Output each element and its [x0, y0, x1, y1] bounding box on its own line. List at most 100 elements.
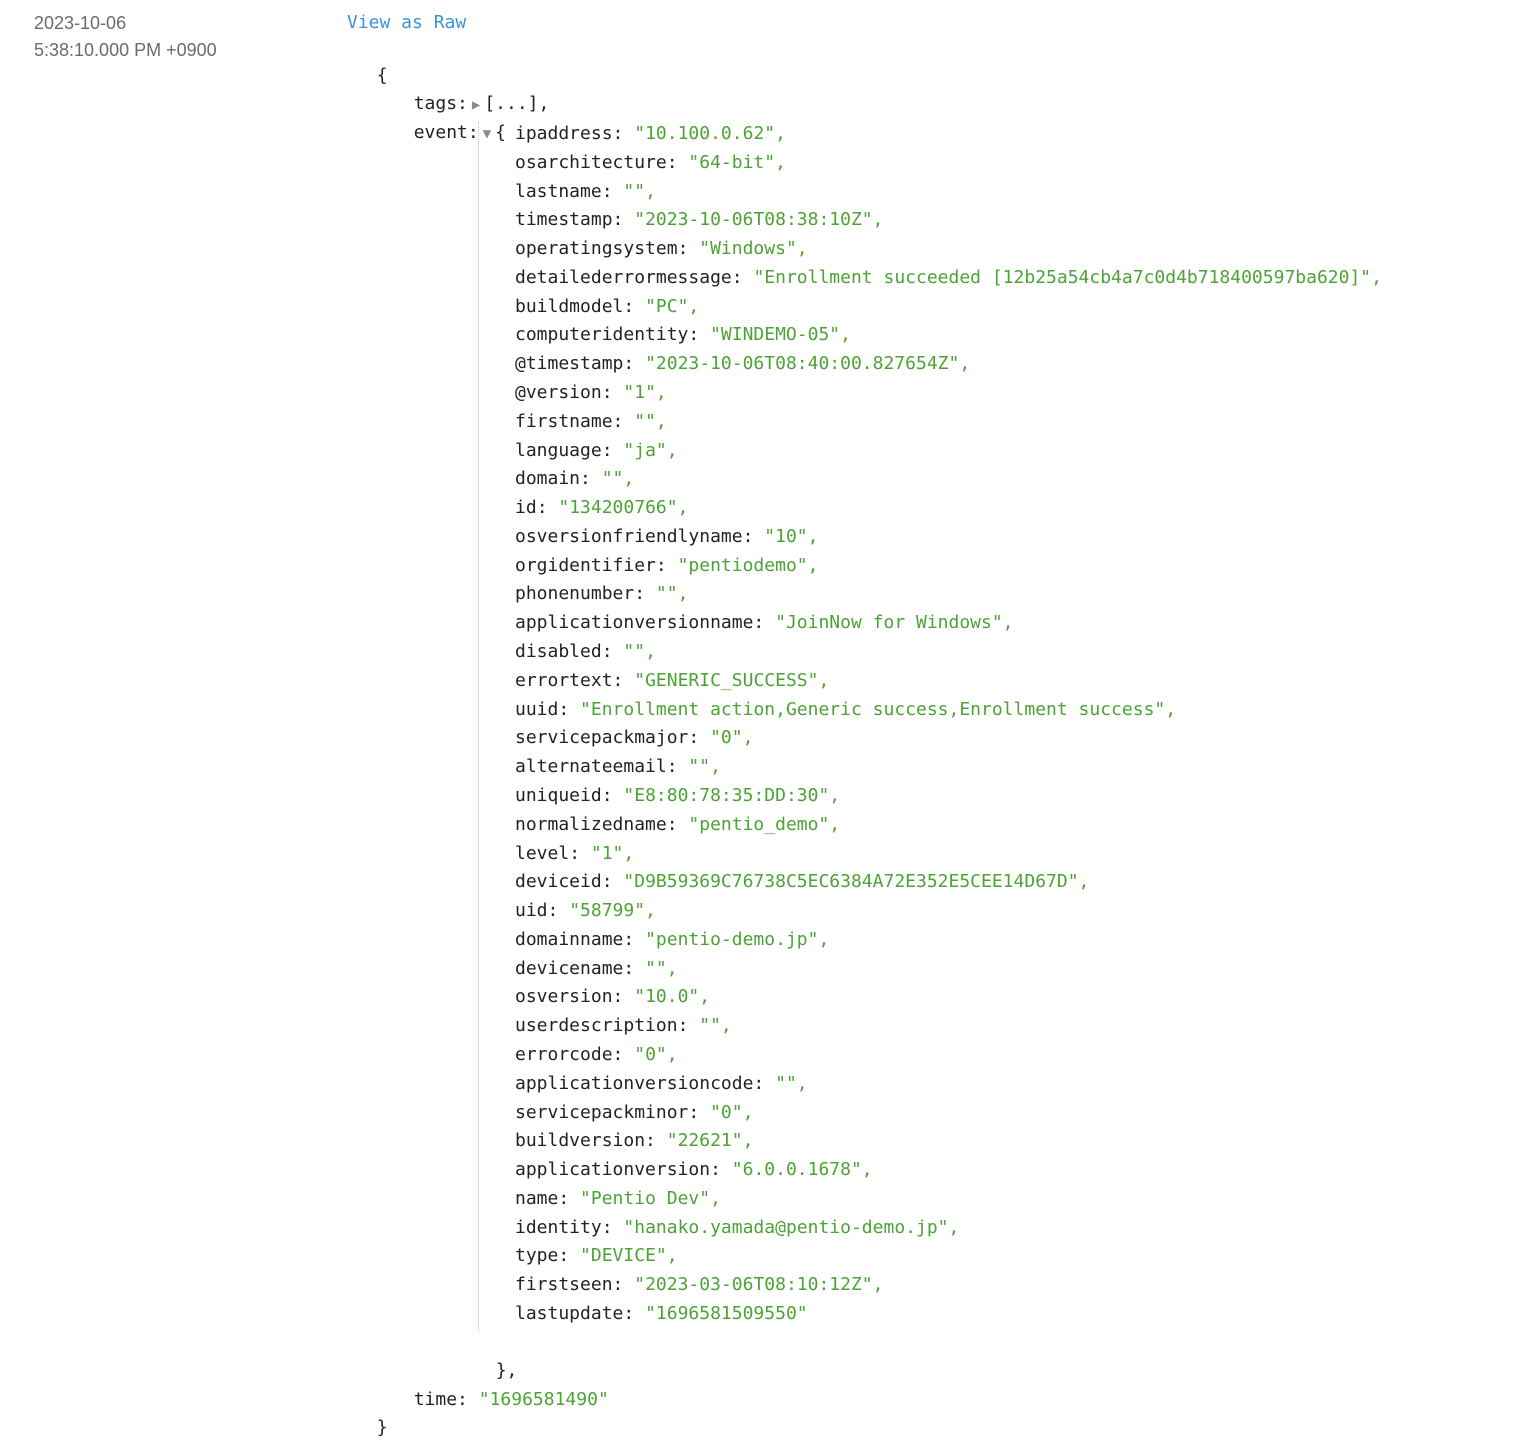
event-field-row: timestamp: "2023-10-06T08:38:10Z", — [515, 209, 884, 231]
log-time: 5:38:10.000 PM +0900 — [34, 40, 217, 60]
field-key: lastname — [515, 180, 602, 202]
event-field-row: lastupdate: "1696581509550" — [515, 1302, 808, 1324]
field-key: @timestamp — [515, 353, 624, 375]
field-value: "0", — [634, 1043, 678, 1065]
event-field-row: level: "1", — [515, 842, 635, 864]
field-value: "", — [688, 756, 721, 778]
field-key: operatingsystem — [515, 238, 678, 260]
event-field-row: buildmodel: "PC", — [515, 295, 700, 317]
event-field-row: uniqueid: "E8:80:78:35:DD:30", — [515, 784, 841, 806]
field-value: "Pentio Dev", — [580, 1187, 721, 1209]
field-key: type — [515, 1245, 559, 1267]
event-open-brace: { — [495, 122, 506, 143]
field-value: "134200766", — [558, 497, 689, 519]
field-value: "10.100.0.62", — [634, 123, 786, 144]
event-field-row: alternateemail: "", — [515, 756, 721, 778]
event-field-row: identity: "hanako.yamada@pentio-demo.jp"… — [515, 1216, 960, 1238]
field-value: "10", — [764, 525, 819, 547]
event-field-row: type: "DEVICE", — [515, 1245, 678, 1267]
field-key: disabled — [515, 641, 602, 663]
event-field-row: domain: "", — [515, 468, 635, 490]
field-value: "58799", — [569, 900, 656, 922]
event-field-row: userdescription: "", — [515, 1015, 732, 1037]
field-key: language — [515, 439, 602, 461]
event-field-row: errortext: "GENERIC_SUCCESS", — [515, 669, 830, 691]
field-key: devicename — [515, 957, 624, 979]
field-key: servicepackminor — [515, 1101, 689, 1123]
field-value: "Enrollment action,Generic success,Enrol… — [580, 698, 1177, 720]
field-key: applicationversion — [515, 1159, 711, 1181]
field-key: osversionfriendlyname — [515, 525, 743, 547]
field-key: ipaddress — [515, 123, 613, 144]
event-field-row: id: "134200766", — [515, 497, 689, 519]
event-field-row: orgidentifier: "pentiodemo", — [515, 554, 819, 576]
field-value: "", — [623, 641, 656, 663]
field-key: userdescription — [515, 1015, 678, 1037]
field-value: "", — [601, 468, 635, 490]
field-key: timestamp — [515, 209, 613, 231]
field-value: "pentiodemo", — [677, 554, 819, 576]
indent-guide — [478, 122, 479, 1332]
field-value: "Windows", — [699, 238, 808, 260]
event-field-row: firstseen: "2023-03-06T08:10:12Z", — [515, 1274, 884, 1296]
event-field-row: computeridentity: "WINDEMO-05", — [515, 324, 851, 346]
event-field-row: errorcode: "0", — [515, 1043, 678, 1065]
event-field-row: disabled: "", — [515, 641, 656, 663]
field-value: "", — [655, 583, 689, 605]
field-key: errorcode — [515, 1043, 613, 1065]
field-value: "PC", — [645, 295, 700, 317]
field-value: "", — [634, 410, 667, 432]
field-key: normalizedname — [515, 813, 667, 835]
field-value: "ja", — [623, 439, 678, 461]
event-field-row: domainname: "pentio-demo.jp", — [515, 928, 830, 950]
field-key: firstname — [515, 410, 613, 432]
field-key: alternateemail — [515, 756, 667, 778]
field-value: "D9B59369C76738C5EC6384A72E352E5CEE14D67… — [623, 871, 1090, 893]
event-field-row: name: "Pentio Dev", — [515, 1187, 721, 1209]
field-value: "", — [775, 1072, 808, 1094]
event-field-row: applicationversion: "6.0.0.1678", — [515, 1159, 873, 1181]
field-value: "1", — [590, 842, 635, 864]
field-key: @version — [515, 382, 602, 404]
event-field-row: servicepackminor: "0", — [515, 1101, 754, 1123]
log-date: 2023-10-06 — [34, 13, 127, 33]
field-value: "JoinNow for Windows", — [775, 612, 1014, 634]
field-value: "hanako.yamada@pentio-demo.jp", — [623, 1216, 960, 1238]
event-field-row: osversionfriendlyname: "10", — [515, 525, 819, 547]
event-field-row: devicename: "", — [515, 957, 678, 979]
field-value: "1", — [623, 382, 667, 404]
field-value: "1696581509550" — [645, 1302, 808, 1324]
event-field-row: @timestamp: "2023-10-06T08:40:00.827654Z… — [515, 353, 971, 375]
view-as-raw-link[interactable]: View as Raw — [347, 9, 466, 36]
root-close-brace: } — [376, 1417, 388, 1439]
time-value: "1696581490" — [478, 1388, 609, 1410]
field-value: "22621", — [666, 1130, 754, 1152]
event-field-row: applicationversioncode: "", — [515, 1072, 808, 1094]
field-value: "0", — [710, 1101, 754, 1123]
event-key: event — [413, 122, 468, 143]
event-field-row: servicepackmajor: "0", — [515, 727, 754, 749]
field-key: domain — [515, 468, 581, 490]
field-key: deviceid — [515, 871, 602, 893]
log-timestamp: 2023-10-06 5:38:10.000 PM +0900 — [34, 10, 217, 64]
field-key: uniqueid — [515, 784, 602, 806]
triangle-down-icon[interactable]: ▼ — [483, 120, 491, 148]
field-key: uid — [515, 900, 548, 922]
field-key: identity — [515, 1216, 602, 1238]
field-value: "", — [699, 1015, 732, 1037]
field-key: buildversion — [515, 1130, 646, 1152]
field-value: "DEVICE", — [580, 1245, 678, 1267]
field-key: level — [515, 842, 570, 864]
event-field-row: deviceid: "D9B59369C76738C5EC6384A72E352… — [515, 871, 1090, 893]
event-field-row: detailederrormessage: "Enrollment succee… — [515, 266, 1382, 288]
field-value: "pentio_demo", — [688, 813, 841, 835]
field-key: buildmodel — [515, 295, 624, 317]
field-key: firstseen — [515, 1274, 613, 1296]
field-value: "64-bit", — [688, 151, 786, 173]
field-key: domainname — [515, 928, 624, 950]
field-value: "Enrollment succeeded [12b25a54cb4a7c0d4… — [753, 266, 1382, 288]
field-value: "0", — [710, 727, 754, 749]
field-key: detailederrormessage — [515, 266, 732, 288]
time-key: time — [413, 1388, 458, 1410]
field-value: "WINDEMO-05", — [710, 324, 851, 346]
